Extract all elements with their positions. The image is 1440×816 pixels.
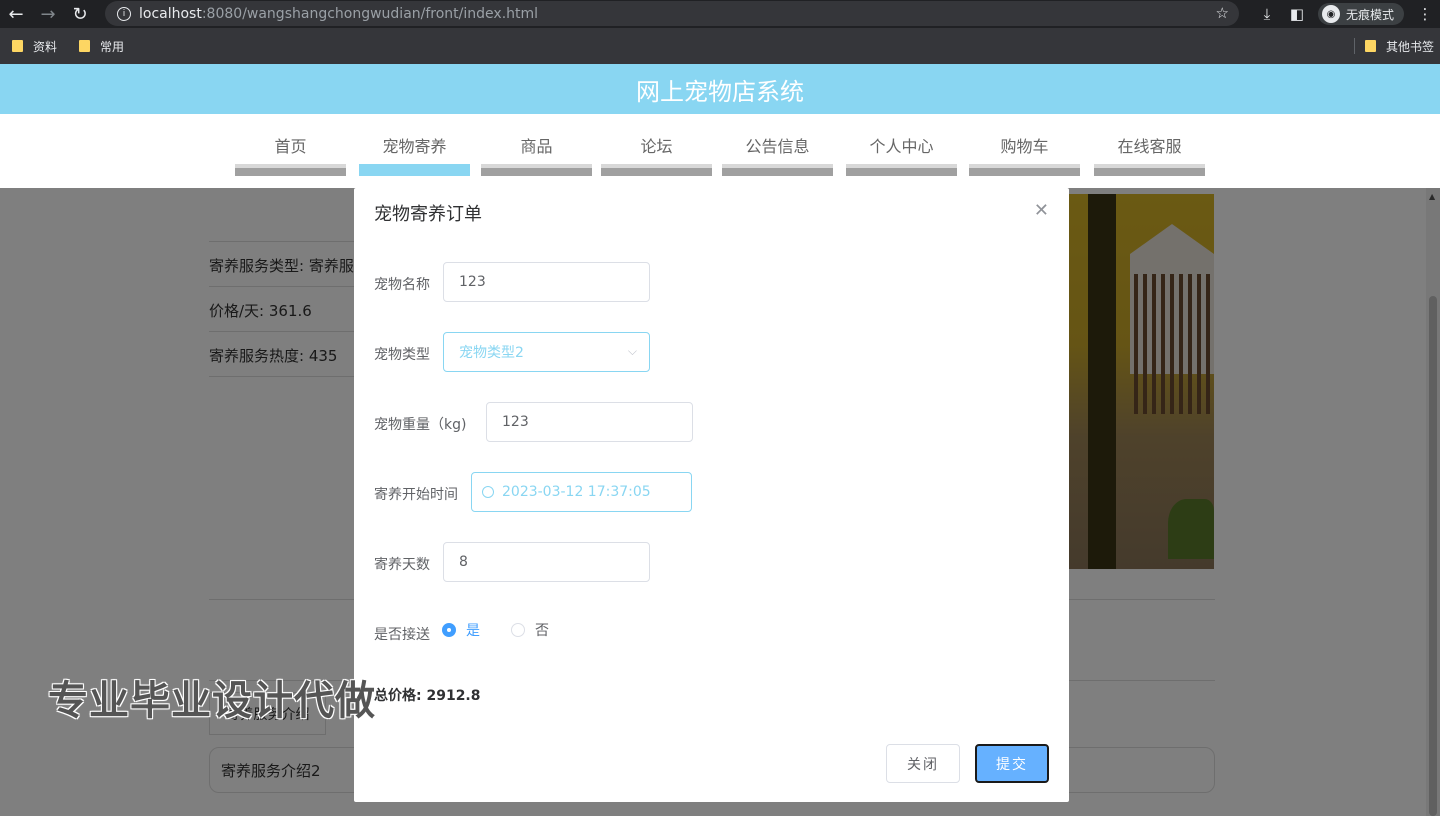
pickup-no-label: 否 xyxy=(535,623,549,639)
browser-toolbar: ← → ↻ i localhost:8080/wangshangchongwud… xyxy=(0,0,1440,28)
back-icon[interactable]: ← xyxy=(0,0,32,28)
nav-item-products[interactable]: 商品 xyxy=(481,136,592,178)
nav-underline xyxy=(846,164,957,176)
pet-type-label: 宠物类型 xyxy=(374,347,430,363)
days-input[interactable]: 8 xyxy=(443,542,650,582)
nav-underline xyxy=(481,164,592,176)
submit-button[interactable]: 提交 xyxy=(975,744,1049,783)
radio-unchecked-icon xyxy=(511,623,525,637)
site-header: 网上宠物店系统 xyxy=(0,64,1440,114)
pickup-yes-label: 是 xyxy=(466,623,480,639)
radio-checked-icon xyxy=(442,623,456,637)
nav-label: 首页 xyxy=(274,137,307,156)
dialog-title: 宠物寄养订单 xyxy=(374,204,482,225)
nav-item-support[interactable]: 在线客服 xyxy=(1094,136,1205,178)
menu-icon[interactable]: ⋮ xyxy=(1410,0,1440,28)
nav-label: 购物车 xyxy=(1000,137,1049,156)
pet-type-value: 宠物类型2 xyxy=(459,345,524,361)
folder-icon xyxy=(12,40,23,52)
nav-underline xyxy=(969,164,1080,176)
url-path: :8080/wangshangchongwudian/front/index.h… xyxy=(201,5,539,22)
nav-label: 商品 xyxy=(520,137,553,156)
pet-name-input[interactable]: 123 xyxy=(443,262,650,302)
incognito-label: 无痕模式 xyxy=(1345,7,1394,22)
nav-label: 宠物寄养 xyxy=(382,137,447,156)
url-host: localhost xyxy=(139,5,202,22)
side-panel-icon[interactable]: ◧ xyxy=(1282,0,1312,28)
pickup-label: 是否接送 xyxy=(374,627,430,643)
folder-icon xyxy=(1364,40,1376,52)
nav-label: 在线客服 xyxy=(1117,137,1182,156)
forward-icon[interactable]: → xyxy=(32,0,64,28)
pickup-yes-radio[interactable]: 是 xyxy=(442,620,480,640)
nav-underline xyxy=(359,164,470,176)
start-time-label: 寄养开始时间 xyxy=(374,487,458,503)
nav-item-announcements[interactable]: 公告信息 xyxy=(722,136,833,178)
chevron-down-icon: ⌵ xyxy=(627,344,637,358)
bookmark-folder-changyong[interactable]: 常用 xyxy=(79,38,124,55)
download-icon[interactable]: ⤓ xyxy=(1252,0,1282,28)
nav-label: 论坛 xyxy=(640,137,673,156)
bookmark-label: 资料 xyxy=(33,39,58,54)
folder-icon xyxy=(79,40,91,52)
pet-name-label: 宠物名称 xyxy=(374,277,430,293)
nav-item-pet-boarding[interactable]: 宠物寄养 xyxy=(359,136,470,178)
nav-item-profile[interactable]: 个人中心 xyxy=(846,136,957,178)
bookmark-star-icon[interactable]: ☆ xyxy=(1216,4,1229,22)
days-label: 寄养天数 xyxy=(374,557,430,573)
nav-item-forum[interactable]: 论坛 xyxy=(601,136,712,178)
nav-underline xyxy=(601,164,712,176)
address-bar[interactable]: i localhost:8080/wangshangchongwudian/fr… xyxy=(105,1,1239,26)
other-bookmarks-label: 其他书签 xyxy=(1385,39,1434,54)
bookmark-label: 常用 xyxy=(100,39,125,54)
boarding-order-dialog: 宠物寄养订单 ✕ 宠物名称 123 宠物类型 宠物类型2 ⌵ 宠物重量（kg) … xyxy=(354,188,1069,802)
incognito-badge[interactable]: ◉ 无痕模式 xyxy=(1317,3,1404,25)
reload-icon[interactable]: ↻ xyxy=(64,0,96,28)
incognito-icon: ◉ xyxy=(1321,5,1340,23)
pet-type-select[interactable]: 宠物类型2 ⌵ xyxy=(443,332,650,372)
start-time-picker[interactable]: 2023-03-12 17:37:05 xyxy=(471,472,692,512)
other-bookmarks[interactable]: 其他书签 xyxy=(1364,38,1434,55)
site-title: 网上宠物店系统 xyxy=(636,77,804,106)
close-icon[interactable]: ✕ xyxy=(1034,200,1049,221)
clock-icon xyxy=(482,486,494,498)
site-info-icon[interactable]: i xyxy=(117,6,131,21)
watermark-text: 专业毕业设计代做 xyxy=(48,678,376,724)
nav-underline xyxy=(1094,164,1205,176)
nav-label: 公告信息 xyxy=(745,137,810,156)
pet-weight-input[interactable]: 123 xyxy=(486,402,693,442)
bookmark-folder-ziliao[interactable]: 资料 xyxy=(12,38,57,55)
bookmark-divider xyxy=(1353,38,1355,54)
total-price: 总价格: 2912.8 xyxy=(374,688,481,704)
nav-label: 个人中心 xyxy=(869,137,934,156)
pickup-no-radio[interactable]: 否 xyxy=(511,620,549,640)
start-time-value: 2023-03-12 17:37:05 xyxy=(502,484,651,500)
nav-item-cart[interactable]: 购物车 xyxy=(969,136,1080,178)
main-nav: 首页 宠物寄养 商品 论坛 公告信息 个人中心 购物车 在线客服 xyxy=(0,114,1440,188)
nav-item-home[interactable]: 首页 xyxy=(235,136,346,178)
bookmarks-bar: 资料 常用 其他书签 xyxy=(0,28,1440,64)
nav-underline xyxy=(722,164,833,176)
close-button[interactable]: 关闭 xyxy=(886,744,960,783)
pet-weight-label: 宠物重量（kg) xyxy=(374,417,467,433)
nav-underline xyxy=(235,164,346,176)
